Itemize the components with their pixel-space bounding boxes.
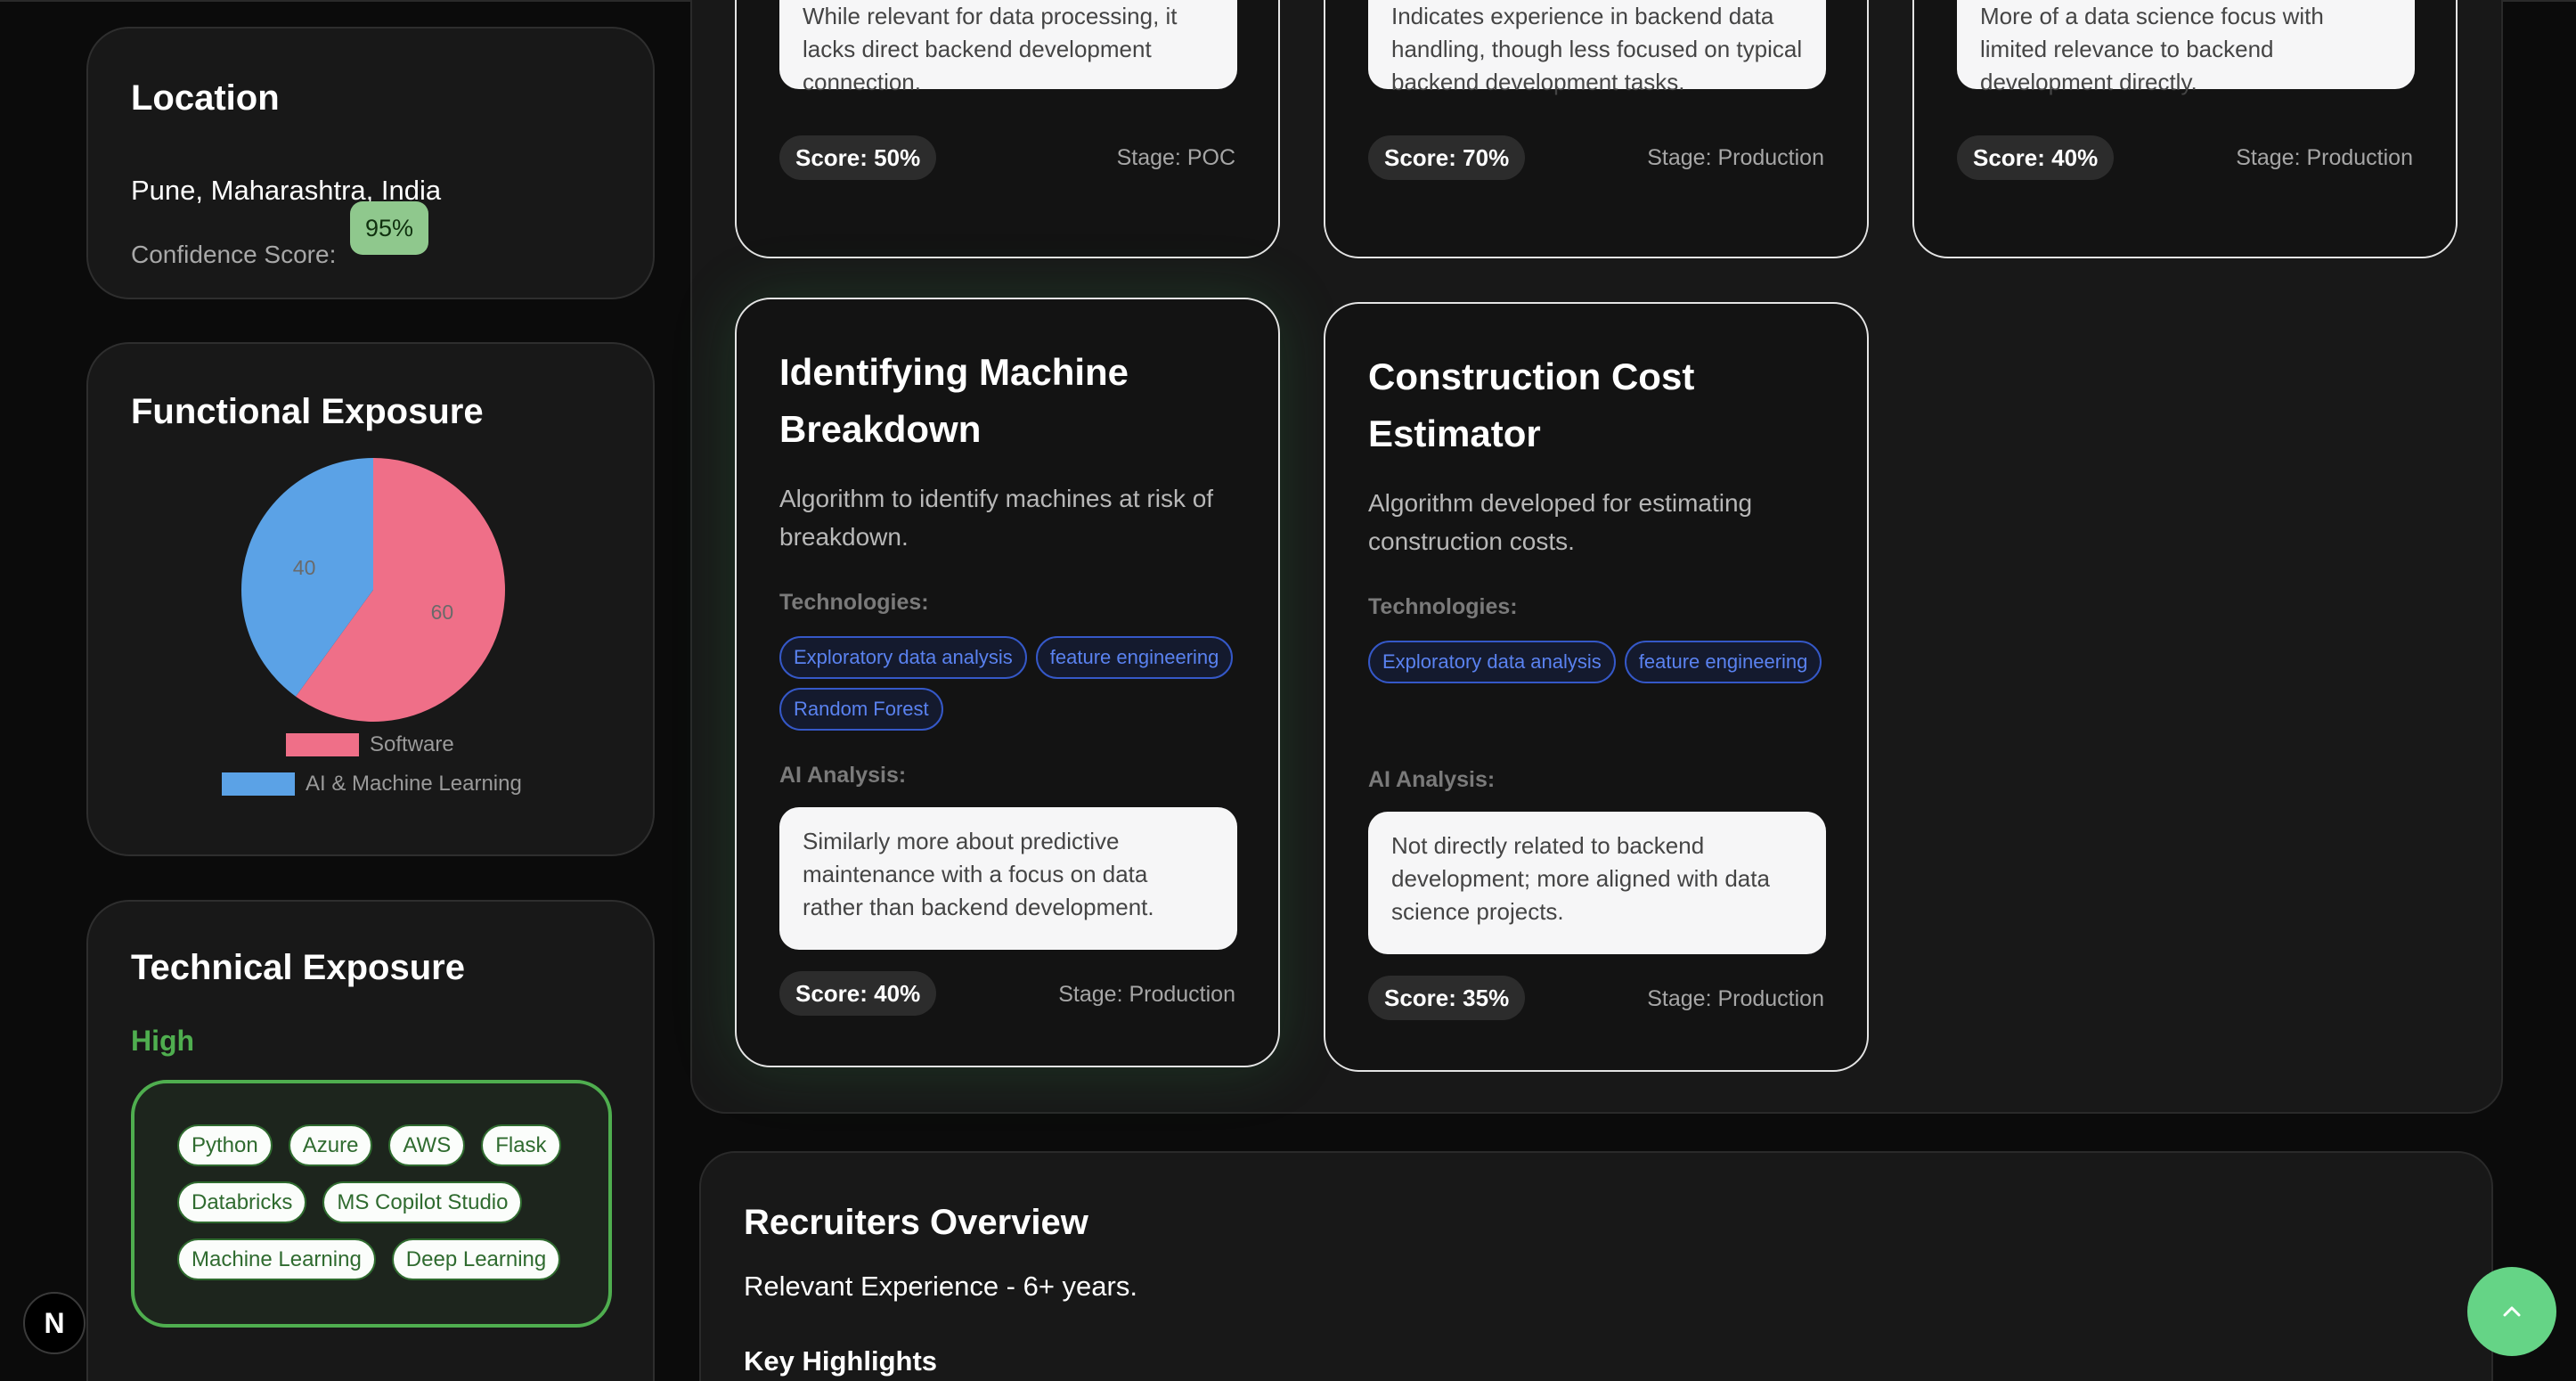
ai-analysis-box: Not directly related to backend developm… <box>1368 812 1826 954</box>
technical-tag: Machine Learning <box>177 1238 376 1280</box>
technical-exposure-title: Technical Exposure <box>131 948 465 987</box>
project-description: Algorithm to identify machines at risk o… <box>779 485 1214 551</box>
confidence-badge: 95% <box>350 201 428 255</box>
ai-analysis-label: AI Analysis: <box>1368 767 1496 792</box>
scroll-to-top-button[interactable] <box>2467 1267 2556 1356</box>
functional-pie-chart: 60 40 <box>241 458 505 722</box>
stage-text: Stage: Production <box>1058 982 1235 1007</box>
recruiters-overview-card: Recruiters Overview Relevant Experience … <box>699 1151 2493 1381</box>
chevron-up-icon <box>2503 1306 2521 1317</box>
technology-chip: feature engineering <box>1624 641 1822 683</box>
technology-chip: Exploratory data analysis <box>1368 641 1616 683</box>
technical-exposure-card: Technical Exposure High Python Azure AWS Fl… <box>86 900 655 1381</box>
project-card-partial: More of a data science focus with limite… <box>1912 0 2458 258</box>
nextjs-dev-badge[interactable]: N <box>23 1292 86 1354</box>
legend-item-software[interactable]: Software <box>286 732 454 757</box>
legend-swatch <box>222 772 295 796</box>
technical-tag: AWS <box>388 1124 466 1166</box>
key-highlights-heading: Key Highlights <box>744 1345 938 1377</box>
technology-chip: Random Forest <box>779 688 943 731</box>
relevant-experience: Relevant Experience - 6+ years. <box>744 1271 1137 1302</box>
projects-panel: While relevant for data processing, it l… <box>690 0 2503 1114</box>
technical-level: High <box>131 1025 195 1057</box>
ai-analysis-box: More of a data science focus with limite… <box>1957 0 2415 95</box>
ai-analysis-box: Similarly more about predictive maintena… <box>779 807 1237 950</box>
score-pill: Score: 40% <box>779 971 937 1016</box>
pie-data-label: 40 <box>293 556 316 579</box>
recruiters-overview-title: Recruiters Overview <box>744 1203 1088 1242</box>
ai-analysis-box: While relevant for data processing, it l… <box>779 0 1237 95</box>
stage-text: Stage: Production <box>1647 986 1824 1011</box>
score-pill: Score: 50% <box>779 135 937 180</box>
technical-tag: Databricks <box>177 1181 307 1223</box>
ai-analysis-box: Indicates experience in backend data han… <box>1368 0 1826 95</box>
legend-item-ai-ml[interactable]: AI & Machine Learning <box>222 772 522 797</box>
project-card-partial: Indicates experience in backend data han… <box>1324 0 1869 258</box>
score-pill: Score: 35% <box>1368 976 1526 1020</box>
score-pill: Score: 70% <box>1368 135 1526 180</box>
stage-text: Stage: POC <box>1116 145 1235 170</box>
project-card-machine-breakdown[interactable]: Identifying Machine Breakdown Algorithm … <box>735 298 1280 1067</box>
technical-tag: Deep Learning <box>391 1238 561 1280</box>
pie-data-label: 60 <box>431 601 454 624</box>
project-card-construction-cost[interactable]: Construction Cost Estimator Algorithm de… <box>1324 302 1869 1072</box>
technical-tag: Azure <box>288 1124 373 1166</box>
stage-text: Stage: Production <box>1647 145 1824 170</box>
location-title: Location <box>131 78 280 118</box>
technology-chip: feature engineering <box>1035 636 1234 679</box>
legend-label: AI & Machine Learning <box>306 772 522 796</box>
technology-chips: Exploratory data analysis feature enginee… <box>1368 641 1828 683</box>
score-pill: Score: 40% <box>1957 135 2115 180</box>
technical-tag: Python <box>177 1124 273 1166</box>
functional-exposure-title: Functional Exposure <box>131 392 484 431</box>
legend-swatch <box>286 733 359 756</box>
location-card: Location Pune, Maharashtra, India Confid… <box>86 27 655 299</box>
stage-text: Stage: Production <box>2236 145 2413 170</box>
technologies-label: Technologies: <box>779 590 929 615</box>
technical-tags: Python Azure AWS Flask Databricks MS Copilot … <box>177 1124 576 1280</box>
confidence-label: Confidence Score: <box>131 241 337 268</box>
ai-analysis-label: AI Analysis: <box>779 763 907 788</box>
legend-label: Software <box>370 732 454 756</box>
functional-exposure-card: Functional Exposure 60 40 Software AI & M… <box>86 342 655 856</box>
technology-chip: Exploratory data analysis <box>779 636 1027 679</box>
project-card-partial: While relevant for data processing, it l… <box>735 0 1280 258</box>
technology-chips: Exploratory data analysis feature enginee… <box>779 636 1239 731</box>
technical-tag: MS Copilot Studio <box>322 1181 523 1223</box>
project-title: Identifying Machine Breakdown <box>779 351 1129 450</box>
technologies-label: Technologies: <box>1368 594 1518 619</box>
project-description: Algorithm developed for estimating const… <box>1368 489 1753 555</box>
technical-tag: Flask <box>481 1124 561 1166</box>
technical-tags-box: Python Azure AWS Flask Databricks MS Copilot … <box>131 1080 612 1328</box>
project-title: Construction Cost Estimator <box>1368 355 1695 454</box>
